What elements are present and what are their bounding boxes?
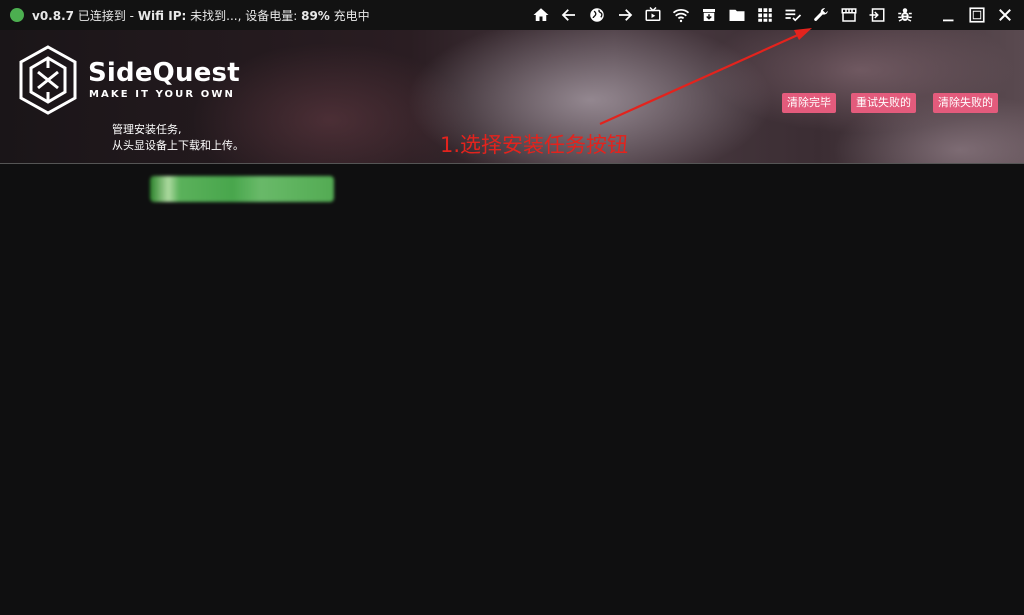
store-icon[interactable]: [840, 6, 858, 24]
home-icon[interactable]: [532, 6, 550, 24]
bug-icon[interactable]: [896, 6, 914, 24]
forward-icon[interactable]: [616, 6, 634, 24]
close-icon[interactable]: [996, 6, 1014, 24]
clear-failed-button[interactable]: 清除失败的: [933, 93, 998, 113]
charging-label: 充电中: [333, 8, 370, 23]
back-icon[interactable]: [560, 6, 578, 24]
version-label: v0.8.7: [32, 8, 74, 23]
sidequest-window: v0.8.7 已连接到 - Wifi IP: 未找到..., 设备电量: 89%…: [0, 0, 1024, 615]
battery-label: 设备电量:: [245, 8, 298, 23]
status-text: v0.8.7 已连接到 - Wifi IP: 未找到..., 设备电量: 89%…: [32, 7, 370, 24]
wifi-value: 未找到...,: [190, 8, 242, 23]
connection-label: 已连接到 -: [77, 8, 134, 23]
sidequest-logo-icon: [19, 45, 77, 115]
archive-icon[interactable]: [700, 6, 718, 24]
retry-failed-button[interactable]: 重试失败的: [851, 93, 916, 113]
wifi-label: Wifi IP:: [137, 8, 187, 23]
apps-grid-icon[interactable]: [756, 6, 774, 24]
annotation-text: 1.选择安装任务按钮: [440, 133, 629, 157]
description-line-2: 从头显设备上下载和上传。: [112, 139, 244, 152]
task-list-icon[interactable]: [784, 6, 802, 24]
task-item-blurred[interactable]: [150, 176, 334, 202]
page-banner: SideQuest MAKE IT YOUR OWN 管理安装任务, 从头显设备…: [0, 30, 1024, 164]
tv-icon[interactable]: [644, 6, 662, 24]
clear-completed-button[interactable]: 清除完毕: [782, 93, 836, 113]
globe-icon[interactable]: [588, 6, 606, 24]
toolbar: [532, 0, 1014, 30]
title-bar: v0.8.7 已连接到 - Wifi IP: 未找到..., 设备电量: 89%…: [0, 0, 1024, 30]
folder-icon[interactable]: [728, 6, 746, 24]
maximize-icon[interactable]: [968, 6, 986, 24]
page-description: 管理安装任务, 从头显设备上下载和上传。: [112, 122, 244, 154]
connection-status-indicator: [10, 8, 24, 22]
wrench-icon[interactable]: [812, 6, 830, 24]
battery-value: 89%: [301, 8, 330, 23]
brand-name: SideQuest: [88, 58, 240, 88]
minimize-icon[interactable]: [940, 6, 958, 24]
wifi-icon[interactable]: [672, 6, 690, 24]
brand-tagline: MAKE IT YOUR OWN: [89, 89, 235, 100]
import-icon[interactable]: [868, 6, 886, 24]
description-line-1: 管理安装任务,: [112, 123, 182, 136]
